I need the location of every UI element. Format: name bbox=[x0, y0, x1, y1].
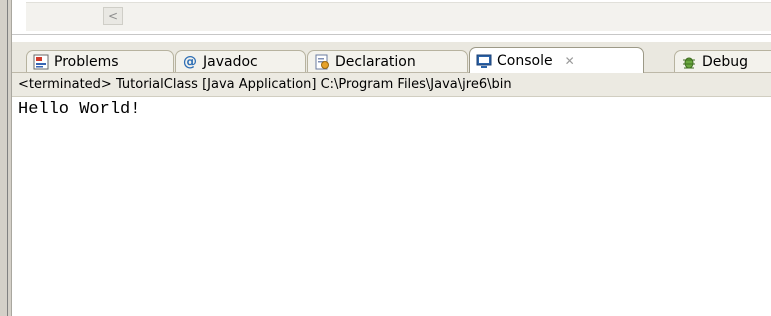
chevron-left-icon: < bbox=[107, 9, 119, 23]
tab-javadoc[interactable]: @ Javadoc bbox=[175, 50, 306, 72]
declaration-icon bbox=[314, 54, 330, 70]
tab-debug[interactable]: Debug bbox=[674, 50, 771, 72]
view-tab-bar: Problems @ Javadoc Declaration Console ✕… bbox=[12, 42, 771, 73]
tab-declaration[interactable]: Declaration bbox=[307, 50, 468, 72]
debug-icon bbox=[681, 54, 697, 70]
console-output-area[interactable]: Hello World! bbox=[12, 97, 771, 316]
tab-problems-label: Problems bbox=[54, 53, 119, 70]
tab-problems[interactable]: Problems bbox=[26, 50, 174, 72]
editor-area: < bbox=[12, 0, 771, 35]
tab-console-label: Console bbox=[497, 52, 553, 69]
tab-declaration-label: Declaration bbox=[335, 53, 416, 70]
problems-icon bbox=[33, 54, 49, 70]
editor-horizontal-scrollbar[interactable]: < bbox=[26, 2, 771, 31]
tab-debug-label: Debug bbox=[702, 53, 749, 70]
close-icon[interactable]: ✕ bbox=[565, 54, 575, 68]
console-icon bbox=[476, 53, 492, 69]
console-status-line: <terminated> TutorialClass [Java Applica… bbox=[12, 73, 771, 97]
console-output-line: Hello World! bbox=[18, 100, 141, 119]
scroll-left-button[interactable]: < bbox=[103, 7, 123, 25]
tab-javadoc-label: Javadoc bbox=[203, 53, 258, 70]
tab-console[interactable]: Console ✕ bbox=[469, 47, 644, 73]
javadoc-icon: @ bbox=[183, 53, 197, 70]
left-window-frame bbox=[0, 0, 12, 316]
